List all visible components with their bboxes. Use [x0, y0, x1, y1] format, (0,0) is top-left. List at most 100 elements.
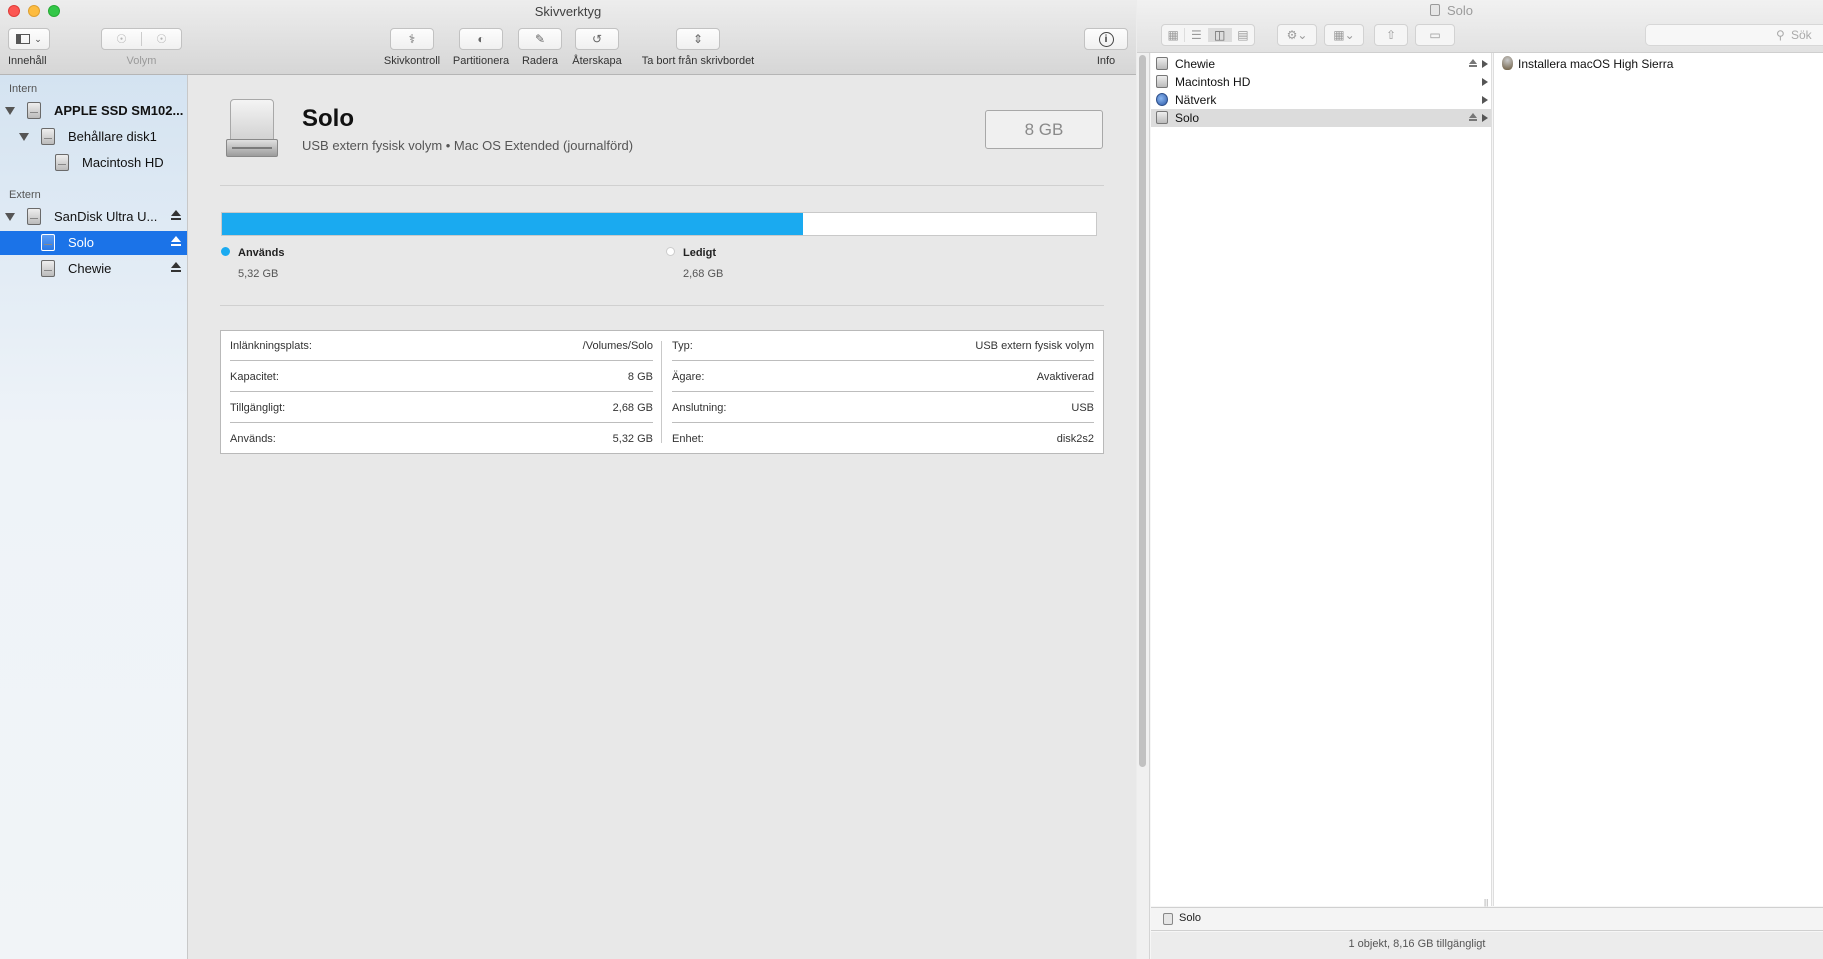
finder-item-solo[interactable]: Solo — [1151, 109, 1491, 127]
restore-button[interactable]: ↺ — [575, 28, 619, 50]
chevron-right-icon — [1482, 78, 1488, 86]
info-button[interactable]: i — [1084, 28, 1128, 50]
eject-icon[interactable] — [171, 210, 181, 222]
volume-subtitle: USB extern fysisk volym • Mac OS Extende… — [302, 138, 634, 153]
info-icon: i — [1098, 31, 1114, 47]
info-value: USB extern fysisk volym — [975, 340, 1094, 352]
info-key: Inlänkningsplats: — [230, 340, 312, 352]
icon-view-icon[interactable]: ▦ — [1162, 28, 1186, 42]
info-key: Enhet: — [672, 433, 704, 445]
unmount-icon: ⇕ — [692, 32, 704, 46]
finder-item-label: Chewie — [1175, 57, 1216, 71]
tags-button[interactable]: ▭ — [1415, 24, 1455, 46]
sidebar-item-macintosh-hd[interactable]: Macintosh HD — [0, 151, 187, 175]
sidebar-item-label: Behållare disk1 — [68, 129, 157, 144]
info-value: Avaktiverad — [1036, 371, 1094, 383]
external-drive-icon — [226, 99, 278, 157]
finder-item-label: Solo — [1175, 111, 1200, 125]
info-value: USB — [1071, 402, 1094, 414]
sidebar-item-label: Macintosh HD — [82, 155, 164, 170]
column-view-icon[interactable]: ◫ — [1208, 28, 1232, 42]
arrange-icon: ▦⌄ — [1333, 28, 1355, 42]
info-value: 5,32 GB — [612, 433, 653, 445]
arrange-button[interactable]: ▦⌄ — [1324, 24, 1364, 46]
unmount-button[interactable]: ⇕ — [676, 28, 720, 50]
window-edge — [1137, 53, 1150, 959]
finder-column-contents: Installera macOS High Sierra — [1493, 53, 1823, 906]
sidebar-item-label: Solo — [68, 235, 95, 250]
info-key: Anslutning: — [672, 402, 727, 414]
info-row-owners: Ägare: Avaktiverad — [672, 362, 1094, 392]
first-aid-button[interactable]: ⚕ — [390, 28, 434, 50]
add-volume-icon[interactable]: ☉ — [102, 32, 142, 46]
info-value: disk2s2 — [1056, 433, 1094, 445]
info-row-mount-point: Inlänkningsplats: /Volumes/Solo — [230, 331, 653, 361]
info-key: Ägare: — [672, 371, 705, 383]
external-disk-icon — [27, 208, 41, 225]
partition-button[interactable]: ◐ — [459, 28, 503, 50]
external-volume-icon — [41, 234, 55, 251]
disk-utility-toolbar: Skivverktyg ⌄ Innehåll ☉ ☉ Volym ⚕ Skivk… — [0, 0, 1136, 75]
search-field[interactable]: ⚲ Sök — [1645, 24, 1823, 46]
stethoscope-icon: ⚕ — [408, 32, 416, 46]
list-view-icon[interactable]: ☰ — [1185, 28, 1209, 42]
info-row-capacity: Kapacitet: 8 GB — [230, 362, 653, 392]
used-legend-value: 5,32 GB — [238, 268, 279, 280]
usage-bar-used — [222, 213, 804, 235]
scrollbar-thumb[interactable] — [1139, 55, 1146, 767]
info-key: Typ: — [672, 340, 693, 352]
sidebar-item-container-disk1[interactable]: Behållare disk1 — [0, 125, 187, 149]
internal-volume-icon — [55, 154, 69, 171]
status-text: 1 objekt, 8,16 GB tillgängligt — [1348, 938, 1486, 950]
sidebar-item-label: APPLE SSD SM102... — [54, 103, 184, 118]
path-bar-item[interactable]: Solo — [1179, 912, 1201, 924]
info-key: Tillgängligt: — [230, 402, 286, 414]
volume-label: Volym — [126, 55, 157, 67]
finder-item-macintosh-hd[interactable]: Macintosh HD — [1151, 73, 1491, 91]
remove-volume-icon[interactable]: ☉ — [142, 32, 181, 46]
info-row-type: Typ: USB extern fysisk volym — [672, 331, 1094, 361]
disclosure-triangle-icon[interactable] — [19, 133, 29, 141]
finder-window-title: Solo — [1447, 3, 1474, 18]
sidebar-item-chewie[interactable]: Chewie — [0, 257, 187, 281]
sidebar-item-apple-ssd[interactable]: APPLE SSD SM102... — [0, 99, 187, 123]
first-aid-label: Skivkontroll — [383, 55, 441, 67]
finder-item-chewie[interactable]: Chewie — [1151, 55, 1491, 73]
disclosure-triangle-icon[interactable] — [5, 213, 15, 221]
volume-segmented-control[interactable]: ☉ ☉ — [101, 28, 182, 50]
free-legend-label: Ledigt — [683, 247, 716, 259]
eject-icon[interactable] — [171, 236, 181, 248]
volume-detail-panel: Solo USB extern fysisk volym • Mac OS Ex… — [188, 75, 1136, 959]
finder-item-installer[interactable]: Installera macOS High Sierra — [1494, 55, 1823, 73]
info-label: Info — [1096, 55, 1116, 67]
drive-icon — [1156, 111, 1168, 124]
used-legend-label: Används — [238, 247, 285, 259]
share-button[interactable]: ⇧ — [1374, 24, 1408, 46]
info-row-device: Enhet: disk2s2 — [672, 424, 1094, 454]
search-icon: ⚲ — [1776, 28, 1785, 42]
free-legend-dot — [666, 247, 675, 256]
view-toggle-button[interactable]: ⌄ — [8, 28, 50, 50]
tag-icon: ▭ — [1429, 28, 1441, 42]
sidebar-item-sandisk[interactable]: SanDisk Ultra U... — [0, 205, 187, 229]
finder-item-network[interactable]: Nätverk — [1151, 91, 1491, 109]
info-key: Kapacitet: — [230, 371, 279, 383]
search-placeholder: Sök — [1791, 28, 1812, 42]
eject-icon[interactable] — [1469, 113, 1477, 123]
eject-icon[interactable] — [1469, 59, 1477, 69]
view-mode-segmented-control[interactable]: ▦ ☰ ◫ ▤ — [1161, 24, 1255, 46]
eject-icon[interactable] — [171, 262, 181, 274]
disclosure-triangle-icon[interactable] — [5, 107, 15, 115]
capacity-badge: 8 GB — [985, 110, 1103, 149]
action-button[interactable]: ⚙⌄ — [1277, 24, 1317, 46]
sidebar-item-solo[interactable]: Solo — [0, 231, 187, 255]
gallery-view-icon[interactable]: ▤ — [1232, 28, 1254, 42]
finder-column-sources: Chewie Macintosh HD Nätverk Solo || — [1151, 53, 1492, 907]
erase-button[interactable]: ✎ — [518, 28, 562, 50]
free-legend-value: 2,68 GB — [683, 268, 724, 280]
sidebar-item-label: SanDisk Ultra U... — [54, 209, 158, 224]
column-resize-handle[interactable]: || — [1484, 898, 1488, 907]
drive-icon — [1163, 913, 1173, 925]
finder-item-label: Macintosh HD — [1175, 75, 1251, 89]
unmount-label: Ta bort från skrivbordet — [641, 55, 755, 67]
